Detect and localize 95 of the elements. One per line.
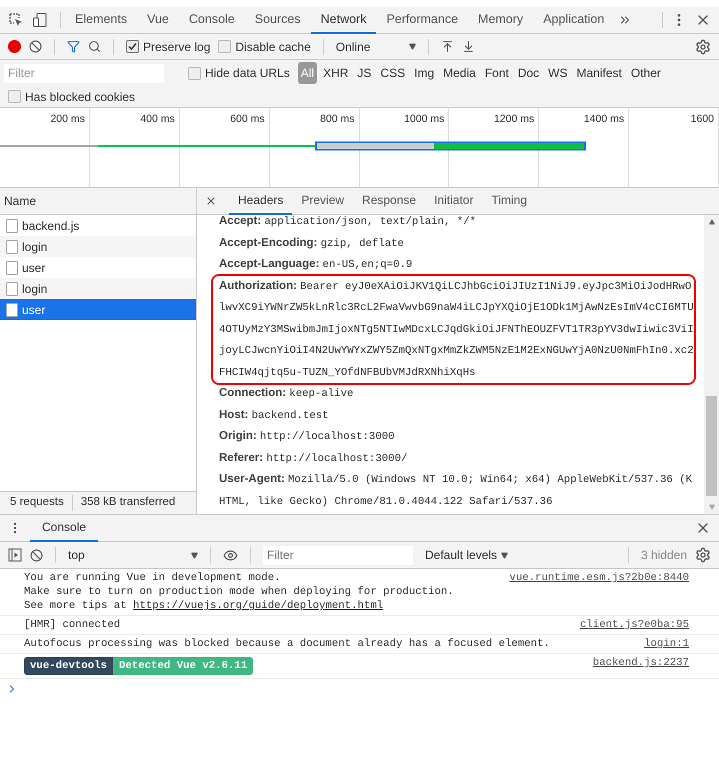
timeline-tick-label: 400 ms xyxy=(140,112,175,127)
detail-tab[interactable]: Initiator xyxy=(425,188,482,214)
checkmark-icon xyxy=(128,42,137,51)
detail-tab[interactable]: Preview xyxy=(292,188,354,214)
filter-icon[interactable] xyxy=(67,40,80,53)
hidden-count: 3 hidden xyxy=(640,547,687,564)
console-filter-field[interactable]: Filter xyxy=(263,546,413,564)
type-filter[interactable]: WS xyxy=(545,62,571,84)
file-icon xyxy=(6,302,18,316)
checkbox[interactable] xyxy=(218,40,232,53)
file-icon xyxy=(6,240,18,254)
devtools-tab[interactable]: Application xyxy=(533,6,614,34)
summary-text: 358 kB transferred xyxy=(80,495,176,510)
source-link[interactable]: login:1 xyxy=(644,637,689,651)
devtools-tab[interactable]: Elements xyxy=(65,6,138,34)
settings-icon[interactable] xyxy=(695,547,711,563)
checkbox-label: Hide data URLs xyxy=(205,65,290,82)
header-line: Referer: http://localhost:3000/ xyxy=(219,450,408,466)
filter-field[interactable]: Filter xyxy=(4,64,164,82)
close-icon[interactable] xyxy=(205,195,217,207)
checkbox-label: Has blocked cookies xyxy=(25,88,136,106)
header-line: Accept: application/json, text/plain, */* xyxy=(219,214,478,230)
header-line: User-Agent: Mozilla/5.0 (Windows NT 10.0; Win64; x64) AppleWebKit/537.36 (KHTML, like Gecko) Chrome/81.0.4044.122 Safari/537.36 xyxy=(219,472,694,510)
header-line: Accept-Language: en-US,en;q=0.9 xyxy=(219,257,414,273)
checkbox[interactable] xyxy=(188,66,201,80)
eye-icon[interactable] xyxy=(223,548,238,562)
type-filter[interactable]: Manifest xyxy=(574,62,625,84)
scrollbar-thumb[interactable] xyxy=(706,396,717,496)
checkbox-label: Disable cache xyxy=(235,38,311,56)
levels-dropdown[interactable]: Default levels xyxy=(425,546,508,564)
upload-icon[interactable] xyxy=(440,40,454,53)
docs-link[interactable]: https://vuejs.org/guide/deployment.html xyxy=(133,599,384,613)
timeline-tick-label: 1200 ms xyxy=(494,112,534,127)
scroll-up-icon[interactable] xyxy=(708,219,714,225)
record-button[interactable] xyxy=(8,40,21,53)
column-header: Name xyxy=(4,193,36,210)
detail-tab[interactable]: Headers xyxy=(229,188,292,214)
dropdown-caret-icon xyxy=(408,43,416,50)
console-message: [HMR] connected xyxy=(24,618,120,632)
type-filter[interactable]: XHR xyxy=(320,62,352,84)
search-icon[interactable] xyxy=(88,40,101,53)
checkbox[interactable] xyxy=(8,90,21,103)
timeline-tick-label: 200 ms xyxy=(50,112,85,127)
source-link[interactable]: vue.runtime.esm.js?2b0e:8440 xyxy=(509,571,689,585)
clear-icon[interactable] xyxy=(29,40,42,53)
devtools-tab[interactable]: Console xyxy=(178,6,245,34)
timeline-tick-label: 600 ms xyxy=(230,112,265,127)
file-icon xyxy=(6,260,18,274)
header-line: Accept-Encoding: gzip, deflate xyxy=(219,236,405,252)
request-row[interactable]: login xyxy=(0,236,196,257)
console-message: Make sure to turn on production mode when deploying for production. xyxy=(24,585,454,599)
type-filter[interactable]: Other xyxy=(628,62,664,84)
devtools-tab[interactable]: Vue xyxy=(137,6,179,34)
timeline-tick-label: 800 ms xyxy=(320,112,354,127)
sidebar-toggle-icon[interactable] xyxy=(8,548,22,562)
devtools-tab[interactable]: Memory xyxy=(468,6,534,34)
settings-icon[interactable] xyxy=(695,38,711,54)
source-link[interactable]: client.js?e0ba:95 xyxy=(580,618,689,632)
timeline-tick-label: 1000 ms xyxy=(404,112,444,127)
timeline-tick-label: 1400 ms xyxy=(584,112,624,127)
throttling-dropdown[interactable]: Online xyxy=(336,38,416,56)
file-icon xyxy=(6,282,18,296)
detail-tab[interactable]: Response xyxy=(353,188,426,214)
dropdown-caret-icon xyxy=(191,552,198,558)
checkbox-label: Preserve log xyxy=(143,38,210,56)
detail-tab[interactable]: Timing xyxy=(482,188,536,214)
type-filter[interactable]: Media xyxy=(440,62,479,84)
request-row[interactable]: user xyxy=(0,299,196,320)
header-line: Connection: keep-alive xyxy=(219,386,354,402)
devtools-tab[interactable]: Performance xyxy=(376,6,468,34)
type-filter[interactable]: Font xyxy=(482,62,512,84)
devtools-tab[interactable]: Sources xyxy=(244,6,311,34)
dropdown-caret-icon xyxy=(501,552,508,558)
source-link[interactable]: backend.js:2237 xyxy=(592,656,689,670)
console-message: Autofocus processing was blocked because a document already has a focused element. xyxy=(24,637,550,651)
type-filter[interactable]: Doc xyxy=(514,62,542,84)
type-filter[interactable]: Img xyxy=(411,62,438,84)
header-line: Origin: http://localhost:3000 xyxy=(219,429,396,445)
console-message: See more tips at xyxy=(24,599,128,613)
inspect-element-icon[interactable] xyxy=(8,12,24,28)
console-message: You are running Vue in development mode. xyxy=(24,571,282,585)
checkbox[interactable] xyxy=(126,40,139,53)
request-row[interactable]: login xyxy=(0,278,196,299)
clear-icon[interactable] xyxy=(30,548,43,562)
devtools-badge: Detected Vue v2.6.11 xyxy=(112,657,254,676)
context-dropdown[interactable]: top xyxy=(68,546,198,564)
type-filter[interactable]: CSS xyxy=(377,62,408,84)
timeline-tick-label: 1600 xyxy=(690,112,714,127)
summary-text: 5 requests xyxy=(10,495,64,510)
type-filter[interactable]: JS xyxy=(354,62,374,84)
file-icon xyxy=(6,218,18,232)
devtools-badge: vue-devtools xyxy=(24,657,113,676)
device-toolbar-icon[interactable] xyxy=(32,12,48,28)
header-line: Host: backend.test xyxy=(219,408,330,424)
download-icon[interactable] xyxy=(462,40,475,53)
